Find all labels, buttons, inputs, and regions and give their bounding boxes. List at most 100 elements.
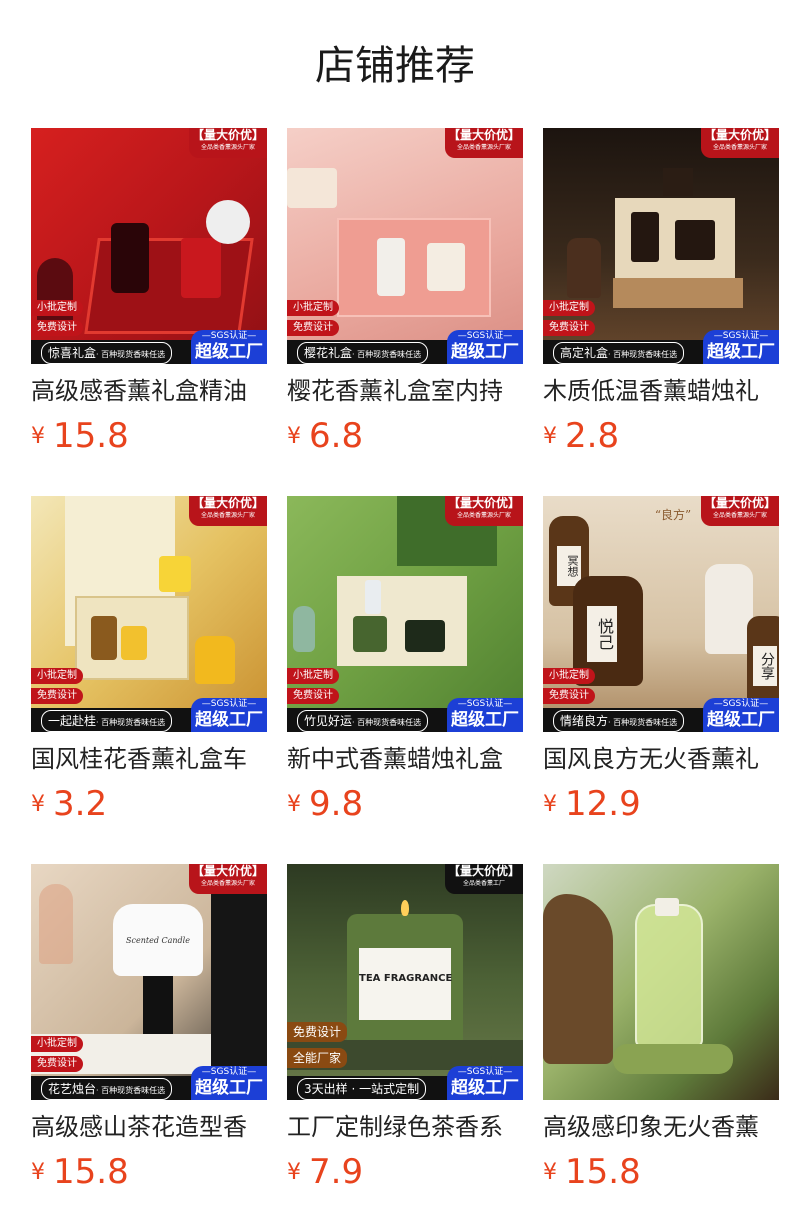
product-name[interactable]: 工厂定制绿色茶香系: [287, 1110, 523, 1144]
lamp-image: [287, 168, 337, 208]
factory-badge: —SGS认证— 超级工厂: [191, 330, 267, 364]
currency-symbol: ¥: [31, 1159, 45, 1185]
currency-symbol: ¥: [543, 791, 557, 817]
jar-label: TEA FRAGRANCE: [359, 948, 453, 1020]
flame-image: [401, 900, 409, 916]
factory-badge: —SGS认证— 超级工厂: [447, 1066, 523, 1100]
promo-badge: 【量大价优】 全品类香薰源头厂家: [701, 496, 779, 526]
product-card[interactable]: 高级感印象无火香薰 ¥15.8: [543, 864, 779, 1196]
product-name[interactable]: 高级感山茶花造型香: [31, 1110, 267, 1144]
candle-image: [159, 556, 191, 592]
price-value: 15.8: [53, 416, 129, 456]
price-value: 2.8: [565, 416, 620, 456]
caption-main: 花艺烛台: [48, 1082, 97, 1096]
product-price: ¥6.8: [287, 416, 523, 460]
caption-main: 樱花礼盒: [304, 346, 353, 360]
caption-sub: · 百种现货香味任选: [96, 718, 166, 727]
currency-symbol: ¥: [31, 791, 45, 817]
product-image[interactable]: Scented Candle 【量大价优】 全品类香薰源头厂家 小批定制 免费设计…: [31, 864, 267, 1100]
small-batch-badge: 小批定制: [543, 668, 595, 684]
wine-glass-image: [39, 884, 73, 964]
caption-main: 高定礼盒: [560, 346, 609, 360]
gift-box-image: [84, 238, 254, 334]
product-name[interactable]: 高级感印象无火香薰: [543, 1110, 779, 1144]
tree-root-image: [543, 894, 613, 1064]
small-batch-badge: 小批定制: [543, 300, 595, 316]
bottle-label: 冥想: [557, 546, 581, 586]
currency-symbol: ¥: [543, 423, 557, 449]
promo-badge: 【量大价优】 全品类香薰工厂: [445, 864, 523, 894]
perfume-bottle-image: [377, 238, 405, 296]
product-name[interactable]: 樱花香薰礼盒室内持: [287, 374, 523, 408]
product-card[interactable]: 【量大价优】 全品类香薰源头厂家 小批定制 免费设计 惊喜礼盒· 百种现货香味任选…: [31, 128, 267, 460]
currency-symbol: ¥: [31, 423, 45, 449]
gift-box-image: [337, 218, 491, 317]
product-card[interactable]: 【量大价优】 全品类香薰源头厂家 小批定制 免费设计 樱花礼盒· 百种现货香味任选…: [287, 128, 523, 460]
product-card[interactable]: 【量大价优】 全品类香薰源头厂家 小批定制 免费设计 高定礼盒· 百种现货香味任选…: [543, 128, 779, 460]
free-design-badge: 免费设计: [543, 688, 595, 704]
price-value: 7.9: [309, 1152, 364, 1192]
caption-main: 惊喜礼盒: [48, 346, 97, 360]
factory-badge: —SGS认证— 超级工厂: [703, 698, 779, 732]
candle-jar-image: [121, 626, 147, 660]
free-design-badge: 免费设计: [287, 1022, 348, 1042]
currency-symbol: ¥: [287, 791, 301, 817]
product-name[interactable]: 国风桂花香薰礼盒车: [31, 742, 267, 776]
candle-jar-dark-image: [405, 620, 445, 652]
product-card[interactable]: “良方” 冥想 悦己 分享 【量大价优】 全品类香薰源头厂家 小批定制 免费设计 …: [543, 496, 779, 828]
price-value: 15.8: [53, 1152, 129, 1192]
product-image[interactable]: 【量大价优】 全品类香薰源头厂家 小批定制 免费设计 樱花礼盒· 百种现货香味任选…: [287, 128, 523, 364]
product-name[interactable]: 国风良方无火香薰礼: [543, 742, 779, 776]
moss-image: [613, 1044, 733, 1074]
product-card[interactable]: TEA FRAGRANCE 【量大价优】 全品类香薰工厂 免费设计 全能厂家 3天…: [287, 864, 523, 1196]
perfume-bottle-image: [365, 580, 381, 614]
candle-image: [663, 168, 693, 196]
candle-jar-image: [427, 243, 465, 291]
promo-badge: 【量大价优】 全品类香薰源头厂家: [445, 496, 523, 526]
caption-sub: · 百种现货香味任选: [96, 1086, 166, 1095]
vase-image: [293, 606, 315, 652]
product-price: ¥7.9: [287, 1152, 523, 1196]
diffuser-image: [567, 238, 601, 298]
perfume-bottle-image: [631, 212, 659, 262]
caption-sub: · 百种现货香味任选: [608, 718, 678, 727]
product-image[interactable]: 【量大价优】 全品类香薰源头厂家 小批定制 免费设计 高定礼盒· 百种现货香味任选…: [543, 128, 779, 364]
small-batch-badge: 小批定制: [287, 668, 339, 684]
promo-badge: 【量大价优】 全品类香薰源头厂家: [189, 496, 267, 526]
white-bottle-image: [705, 564, 753, 654]
caption-sub: · 百种现货香味任选: [608, 350, 678, 359]
product-card[interactable]: 【量大价优】 全品类香薰源头厂家 小批定制 免费设计 一起赴桂· 百种现货香味任选…: [31, 496, 267, 828]
factory-badge: —SGS认证— 超级工厂: [447, 698, 523, 732]
small-batch-badge: 小批定制: [287, 300, 339, 316]
product-image[interactable]: 【量大价优】 全品类香薰源头厂家 小批定制 免费设计 竹见好运· 百种现货香味任选…: [287, 496, 523, 732]
product-card[interactable]: 【量大价优】 全品类香薰源头厂家 小批定制 免费设计 竹见好运· 百种现货香味任选…: [287, 496, 523, 828]
product-name[interactable]: 高级感香薰礼盒精油: [31, 374, 267, 408]
candle-jar-image: [353, 616, 387, 652]
currency-symbol: ¥: [287, 1159, 301, 1185]
free-design-badge: 免费设计: [287, 320, 339, 336]
product-image[interactable]: 【量大价优】 全品类香薰源头厂家 小批定制 免费设计 一起赴桂· 百种现货香味任选…: [31, 496, 267, 732]
price-value: 15.8: [565, 1152, 641, 1192]
product-card[interactable]: Scented Candle 【量大价优】 全品类香薰源头厂家 小批定制 免费设计…: [31, 864, 267, 1196]
candle-jar-image: [675, 220, 715, 260]
price-value: 3.2: [53, 784, 108, 824]
small-batch-badge: 小批定制: [31, 668, 83, 684]
full-factory-badge: 全能厂家: [287, 1048, 348, 1068]
product-name[interactable]: 新中式香薰蜡烛礼盒: [287, 742, 523, 776]
free-design-badge: 免费设计: [31, 1056, 83, 1072]
factory-badge: —SGS认证— 超级工厂: [447, 330, 523, 364]
diffuser-image: [195, 636, 235, 684]
wooden-base-image: [613, 278, 743, 308]
promo-badge: 【量大价优】 全品类香薰源头厂家: [189, 128, 267, 158]
product-image[interactable]: TEA FRAGRANCE 【量大价优】 全品类香薰工厂 免费设计 全能厂家 3天…: [287, 864, 523, 1100]
product-image[interactable]: [543, 864, 779, 1100]
tea-fragrance-text: TEA FRAGRANCE: [359, 973, 453, 984]
currency-symbol: ¥: [543, 1159, 557, 1185]
product-price: ¥2.8: [543, 416, 779, 460]
product-name[interactable]: 木质低温香薰蜡烛礼: [543, 374, 779, 408]
product-image[interactable]: “良方” 冥想 悦己 分享 【量大价优】 全品类香薰源头厂家 小批定制 免费设计 …: [543, 496, 779, 732]
caption-sub: · 百种现货香味任选: [352, 718, 422, 727]
promo-badge: 【量大价优】 全品类香薰源头厂家: [445, 128, 523, 158]
diffuser-image: [37, 258, 73, 328]
product-image[interactable]: 【量大价优】 全品类香薰源头厂家 小批定制 免费设计 惊喜礼盒· 百种现货香味任选…: [31, 128, 267, 364]
